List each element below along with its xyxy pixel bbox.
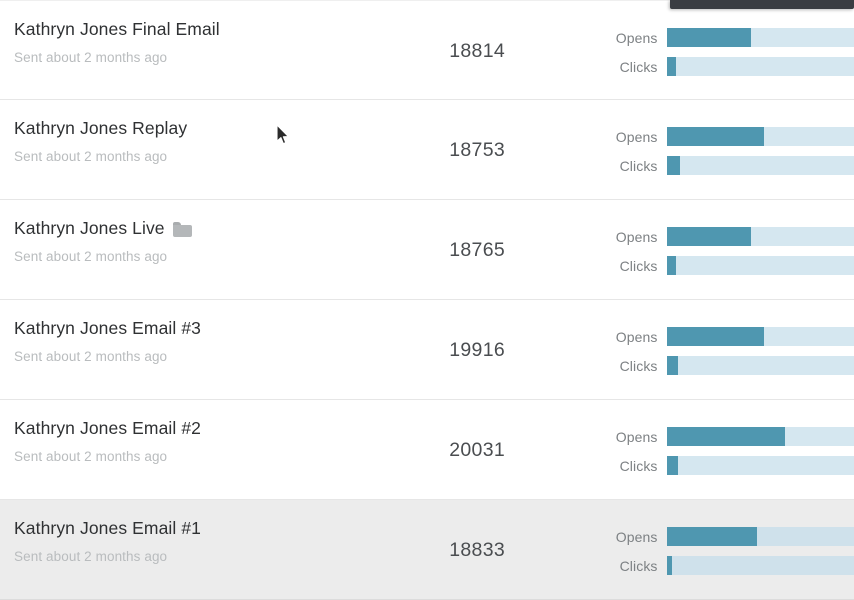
opens-bar-track bbox=[666, 127, 854, 146]
campaign-stats: Opens Clicks bbox=[600, 200, 854, 300]
campaign-info: Kathryn Jones Email #3 Sent about 2 month… bbox=[14, 318, 414, 365]
campaign-row[interactable]: Kathryn Jones Email #2 Sent about 2 month… bbox=[0, 400, 854, 500]
campaign-title-row: Kathryn Jones Live bbox=[14, 218, 414, 239]
clicks-bar-fill bbox=[666, 456, 678, 475]
top-dark-overlay-strip bbox=[670, 0, 854, 9]
campaign-sent-time: Sent about 2 months ago bbox=[14, 249, 168, 264]
campaign-recipient-count: 20031 bbox=[449, 438, 505, 461]
campaign-sent-time: Sent about 2 months ago bbox=[14, 149, 168, 164]
opens-stat-line: Opens bbox=[600, 527, 854, 546]
clicks-stat-line: Clicks bbox=[600, 156, 854, 175]
campaign-sent-time: Sent about 2 months ago bbox=[14, 50, 168, 65]
opens-bar-track bbox=[666, 227, 854, 246]
campaign-title: Kathryn Jones Email #3 bbox=[14, 318, 202, 338]
campaign-title-row: Kathryn Jones Final Email bbox=[14, 19, 414, 40]
campaign-stats: Opens Clicks bbox=[600, 500, 854, 600]
clicks-bar-fill bbox=[666, 57, 676, 76]
opens-bar-fill bbox=[666, 28, 751, 47]
opens-label: Opens bbox=[615, 328, 658, 345]
opens-bar-fill bbox=[666, 427, 785, 446]
clicks-stat-line: Clicks bbox=[600, 356, 854, 375]
campaign-row[interactable]: Kathryn Jones Final Email Sent about 2 mo… bbox=[0, 0, 854, 100]
campaign-title: Kathryn Jones Live bbox=[14, 218, 165, 238]
clicks-label: Clicks bbox=[619, 557, 658, 574]
opens-bar-fill bbox=[666, 527, 757, 546]
campaign-title: Kathryn Jones Final Email bbox=[14, 19, 220, 39]
campaign-sent-time: Sent about 2 months ago bbox=[14, 449, 168, 464]
clicks-stat-line: Clicks bbox=[600, 57, 854, 76]
campaign-recipient-count: 18765 bbox=[449, 238, 505, 261]
campaign-recipient-count: 18814 bbox=[449, 39, 505, 62]
clicks-bar-fill bbox=[666, 256, 676, 275]
clicks-bar-track bbox=[666, 456, 854, 475]
campaign-info: Kathryn Jones Final Email Sent about 2 mo… bbox=[14, 19, 414, 66]
clicks-label: Clicks bbox=[619, 257, 658, 274]
opens-bar-fill bbox=[666, 227, 751, 246]
clicks-stat-line: Clicks bbox=[600, 556, 854, 575]
opens-bar-track bbox=[666, 427, 854, 446]
clicks-bar-fill bbox=[666, 556, 673, 575]
opens-label: Opens bbox=[615, 128, 658, 145]
opens-label: Opens bbox=[615, 29, 658, 46]
opens-label: Opens bbox=[615, 528, 658, 545]
clicks-bar-fill bbox=[666, 156, 680, 175]
campaign-title: Kathryn Jones Email #2 bbox=[14, 418, 202, 438]
clicks-label: Clicks bbox=[619, 457, 658, 474]
clicks-label: Clicks bbox=[619, 157, 658, 174]
opens-stat-line: Opens bbox=[600, 127, 854, 146]
folder-icon bbox=[172, 222, 192, 237]
opens-stat-line: Opens bbox=[600, 28, 854, 47]
campaign-info: Kathryn Jones Email #2 Sent about 2 month… bbox=[14, 418, 414, 465]
campaign-stats: Opens Clicks bbox=[600, 400, 854, 500]
clicks-stat-line: Clicks bbox=[600, 456, 854, 475]
campaign-info: Kathryn Jones Replay Sent about 2 months … bbox=[14, 118, 414, 165]
opens-stat-line: Opens bbox=[600, 227, 854, 246]
clicks-bar-track bbox=[666, 556, 854, 575]
opens-label: Opens bbox=[615, 228, 658, 245]
campaign-title-row: Kathryn Jones Replay bbox=[14, 118, 414, 139]
campaign-title-row: Kathryn Jones Email #3 bbox=[14, 318, 414, 339]
opens-label: Opens bbox=[615, 428, 658, 445]
campaign-sent-time: Sent about 2 months ago bbox=[14, 549, 168, 564]
campaign-row[interactable]: Kathryn Jones Email #3 Sent about 2 month… bbox=[0, 300, 854, 400]
campaign-row[interactable]: Kathryn Jones Replay Sent about 2 months … bbox=[0, 100, 854, 200]
opens-bar-track bbox=[666, 327, 854, 346]
opens-bar-track bbox=[666, 28, 854, 47]
opens-bar-fill bbox=[666, 327, 764, 346]
campaign-stats: Opens Clicks bbox=[600, 100, 854, 200]
campaign-info: Kathryn Jones Live Sent about 2 months ag… bbox=[14, 218, 414, 265]
clicks-bar-fill bbox=[666, 356, 678, 375]
clicks-bar-track bbox=[666, 156, 854, 175]
clicks-stat-line: Clicks bbox=[600, 256, 854, 275]
campaign-title: Kathryn Jones Replay bbox=[14, 118, 188, 138]
campaign-recipient-count: 18753 bbox=[449, 138, 505, 161]
campaign-recipient-count: 18833 bbox=[449, 538, 505, 561]
campaign-title-row: Kathryn Jones Email #1 bbox=[14, 518, 414, 539]
clicks-label: Clicks bbox=[619, 58, 658, 75]
campaign-row[interactable]: Kathryn Jones Email #1 Sent about 2 month… bbox=[0, 500, 854, 600]
opens-stat-line: Opens bbox=[600, 327, 854, 346]
clicks-label: Clicks bbox=[619, 357, 658, 374]
campaign-stats: Opens Clicks bbox=[600, 300, 854, 400]
campaign-title-row: Kathryn Jones Email #2 bbox=[14, 418, 414, 439]
campaign-list: Kathryn Jones Final Email Sent about 2 mo… bbox=[0, 0, 854, 600]
campaign-info: Kathryn Jones Email #1 Sent about 2 month… bbox=[14, 518, 414, 565]
campaign-sent-time: Sent about 2 months ago bbox=[14, 349, 168, 364]
opens-bar-fill bbox=[666, 127, 764, 146]
clicks-bar-track bbox=[666, 356, 854, 375]
campaign-recipient-count: 19916 bbox=[449, 338, 505, 361]
clicks-bar-track bbox=[666, 256, 854, 275]
campaign-stats: Opens Clicks bbox=[600, 1, 854, 101]
opens-stat-line: Opens bbox=[600, 427, 854, 446]
campaign-row[interactable]: Kathryn Jones Live Sent about 2 months ag… bbox=[0, 200, 854, 300]
clicks-bar-track bbox=[666, 57, 854, 76]
campaign-title: Kathryn Jones Email #1 bbox=[14, 518, 202, 538]
opens-bar-track bbox=[666, 527, 854, 546]
